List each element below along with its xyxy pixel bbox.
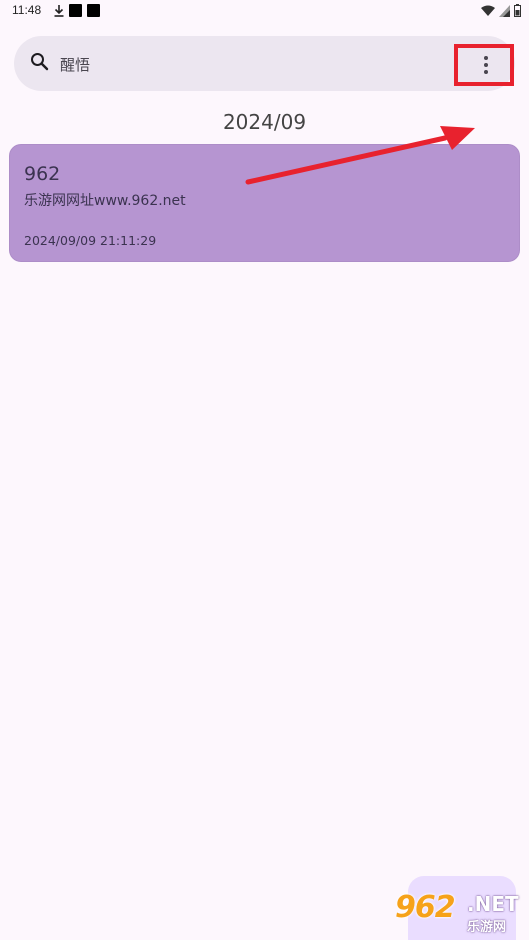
search-bar[interactable]: 醒悟 (14, 36, 515, 91)
more-options-button[interactable] (454, 44, 514, 86)
wifi-icon (481, 5, 495, 17)
watermark-number: 962 (395, 890, 456, 925)
watermark-logo: 962 .NET 乐游网 (395, 890, 525, 936)
status-time: 11:48 (12, 3, 42, 17)
notification-square-icon (69, 4, 82, 17)
search-icon[interactable] (30, 52, 50, 76)
watermark-net: .NET (467, 892, 519, 916)
notification-square-icon (87, 4, 100, 17)
status-right-icons (481, 4, 521, 17)
annotation-arrow (245, 126, 475, 185)
status-left-icons (54, 4, 100, 17)
note-date: 2024/09/09 21:11:29 (24, 233, 157, 248)
more-vert-icon (484, 56, 488, 74)
download-icon (54, 4, 64, 17)
search-input[interactable]: 醒悟 (60, 54, 90, 75)
battery-icon (514, 4, 521, 17)
watermark-cn: 乐游网 (467, 920, 507, 935)
note-body: 乐游网网址www.962.net (24, 193, 186, 209)
status-bar: 11:48 (0, 0, 529, 24)
signal-icon (499, 4, 510, 17)
note-title: 962 (24, 163, 61, 185)
